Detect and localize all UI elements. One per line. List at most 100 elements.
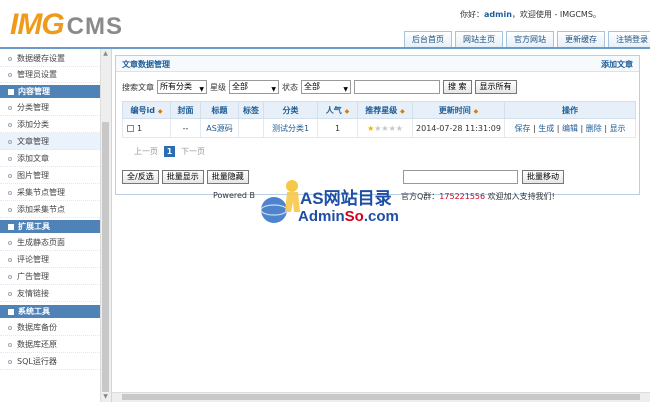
status-select-value: 全部 bbox=[304, 82, 320, 91]
col-stars[interactable]: 推荐星级 ◆ bbox=[357, 101, 413, 119]
prev-page-link[interactable]: 上一页 bbox=[134, 146, 158, 157]
sidebar-item-admin-settings[interactable]: 管理员设置 bbox=[0, 66, 100, 83]
sidebar-item-add-collect-node[interactable]: 添加采集节点 bbox=[0, 201, 100, 218]
move-category-select[interactable] bbox=[403, 170, 518, 184]
bullet-icon bbox=[8, 56, 12, 61]
group-label: 系统工具 bbox=[18, 307, 50, 316]
edit-link[interactable]: 编辑 bbox=[562, 124, 578, 133]
category-select[interactable]: 所有分类 ▼ bbox=[157, 80, 207, 94]
star-rating[interactable]: ★★★★★ bbox=[367, 124, 403, 133]
save-link[interactable]: 保存 bbox=[514, 124, 530, 133]
watermark-title: AS网站目录 bbox=[300, 189, 392, 208]
sidebar-item-sql-runner[interactable]: SQL运行器 bbox=[0, 353, 100, 370]
sidebar-group-ext[interactable]: 扩展工具 bbox=[0, 220, 100, 233]
group-label: 内容管理 bbox=[18, 87, 50, 96]
bullet-icon bbox=[8, 257, 12, 262]
col-views[interactable]: 人气 ◆ bbox=[317, 101, 358, 119]
chevron-down-icon: ▼ bbox=[343, 86, 348, 93]
horizontal-scroll-thumb[interactable] bbox=[122, 394, 640, 400]
bullet-icon bbox=[8, 173, 12, 178]
generate-link[interactable]: 生成 bbox=[538, 124, 554, 133]
page-title: 文章数据管理 bbox=[122, 60, 170, 69]
category-link[interactable]: 测试分类1 bbox=[272, 124, 309, 133]
watermark-url-part1: Admin bbox=[298, 208, 345, 225]
sidebar: 数据缓存设置 管理员设置 内容管理 分类管理 添加分类 文章管理 添加文章 图片… bbox=[0, 49, 112, 402]
table-header-row: 编号id ◆ 封面 标题 标签 分类 人气 ◆ 推荐星级 ◆ 更新时间 ◆ 操作 bbox=[122, 101, 636, 119]
chevron-down-icon: ▼ bbox=[271, 86, 276, 93]
add-article-link[interactable]: 添加文章 bbox=[601, 59, 633, 70]
logo-cms-text: CMS bbox=[66, 13, 124, 40]
welcome-text: 你好：admin，欢迎使用 - IMGCMS。 bbox=[460, 9, 601, 20]
sidebar-item-label: 数据库还原 bbox=[17, 340, 57, 349]
bullet-icon bbox=[8, 342, 12, 347]
sidebar-item-db-backup[interactable]: 数据库备份 bbox=[0, 319, 100, 336]
show-link[interactable]: 显示 bbox=[610, 124, 626, 133]
col-id[interactable]: 编号id ◆ bbox=[122, 101, 171, 119]
star-icon[interactable]: ★ bbox=[389, 124, 396, 133]
show-all-button[interactable]: 显示所有 bbox=[474, 80, 517, 94]
search-bar: 搜索文章 所有分类 ▼ 星级 全部 ▼ 状态 全部 ▼ 搜 索 显示所有 bbox=[122, 80, 517, 94]
bulk-hide-button[interactable]: 批量隐藏 bbox=[206, 170, 249, 184]
col-stars-label: 推荐星级 bbox=[365, 105, 398, 115]
sidebar-scroll-thumb[interactable] bbox=[102, 122, 109, 392]
scroll-up-arrow-icon[interactable]: ▲ bbox=[101, 51, 110, 57]
bullet-icon bbox=[8, 291, 12, 296]
nav-site-home[interactable]: 网站主页 bbox=[455, 31, 503, 48]
nav-official-site[interactable]: 官方网站 bbox=[506, 31, 554, 48]
scroll-down-arrow-icon[interactable]: ▼ bbox=[101, 394, 110, 400]
sidebar-item-label: 广告管理 bbox=[17, 272, 49, 281]
status-select[interactable]: 全部 ▼ bbox=[301, 80, 351, 94]
article-title-link[interactable]: AS源码 bbox=[206, 124, 233, 133]
cell-id: 1 bbox=[122, 118, 171, 138]
bulk-show-button[interactable]: 批量显示 bbox=[161, 170, 204, 184]
welcome-suffix: ，欢迎使用 - IMGCMS。 bbox=[511, 10, 601, 19]
bulk-move-button[interactable]: 批量移动 bbox=[522, 170, 564, 184]
sidebar-item-image-mgmt[interactable]: 图片管理 bbox=[0, 167, 100, 184]
sidebar-item-generate-static[interactable]: 生成静态页面 bbox=[0, 234, 100, 251]
star-icon[interactable]: ★ bbox=[396, 124, 403, 133]
sort-icon: ◆ bbox=[473, 107, 479, 115]
bullet-icon bbox=[8, 207, 12, 212]
star-icon[interactable]: ★ bbox=[381, 124, 388, 133]
sidebar-item-label: 添加文章 bbox=[17, 154, 49, 163]
sidebar-item-db-restore[interactable]: 数据库还原 bbox=[0, 336, 100, 353]
bullet-icon bbox=[8, 156, 12, 161]
row-id: 1 bbox=[137, 123, 143, 133]
bullet-icon bbox=[8, 359, 12, 364]
sidebar-item-cache-settings[interactable]: 数据缓存设置 bbox=[0, 50, 100, 67]
group-label: 扩展工具 bbox=[18, 222, 50, 231]
star-select-value: 全部 bbox=[232, 82, 248, 91]
col-time[interactable]: 更新时间 ◆ bbox=[412, 101, 505, 119]
col-category: 分类 bbox=[263, 101, 318, 119]
search-button[interactable]: 搜 索 bbox=[443, 80, 472, 94]
current-page[interactable]: 1 bbox=[164, 146, 175, 157]
delete-link[interactable]: 删除 bbox=[586, 124, 602, 133]
qq-group-text: 官方Q群：175221556 欢迎加入支持我们! bbox=[401, 191, 555, 202]
sidebar-item-ads[interactable]: 广告管理 bbox=[0, 268, 100, 285]
sidebar-item-collect-node-mgmt[interactable]: 采集节点管理 bbox=[0, 184, 100, 201]
bullet-icon bbox=[8, 139, 12, 144]
top-nav: 后台首页 网站主页 官方网站 更新缓存 注销登录 bbox=[404, 31, 650, 48]
sidebar-group-sys[interactable]: 系统工具 bbox=[0, 305, 100, 318]
sidebar-item-label: 添加分类 bbox=[17, 120, 49, 129]
select-all-button[interactable]: 全/反选 bbox=[122, 170, 159, 184]
sidebar-item-article-mgmt[interactable]: 文章管理 bbox=[0, 133, 100, 150]
sidebar-item-comments[interactable]: 评论管理 bbox=[0, 251, 100, 268]
star-select[interactable]: 全部 ▼ bbox=[229, 80, 279, 94]
sidebar-group-content[interactable]: 内容管理 bbox=[0, 85, 100, 98]
sidebar-item-add-category[interactable]: 添加分类 bbox=[0, 116, 100, 133]
sidebar-item-add-article[interactable]: 添加文章 bbox=[0, 150, 100, 167]
sort-icon: ◆ bbox=[400, 107, 405, 115]
sidebar-item-label: 添加采集节点 bbox=[17, 205, 65, 214]
nav-update-cache[interactable]: 更新缓存 bbox=[557, 31, 605, 48]
nav-logout[interactable]: 注销登录 bbox=[608, 31, 650, 48]
sidebar-item-friend-links[interactable]: 友情链接 bbox=[0, 285, 100, 302]
next-page-link[interactable]: 下一页 bbox=[181, 146, 205, 157]
row-checkbox[interactable] bbox=[127, 124, 134, 132]
qq-prefix: 官方Q群： bbox=[401, 192, 440, 201]
sidebar-item-category-mgmt[interactable]: 分类管理 bbox=[0, 99, 100, 116]
logo-img-text: IMG bbox=[10, 8, 65, 41]
search-input[interactable] bbox=[354, 80, 440, 94]
sort-icon: ◆ bbox=[157, 107, 163, 115]
nav-admin-home[interactable]: 后台首页 bbox=[404, 31, 452, 48]
